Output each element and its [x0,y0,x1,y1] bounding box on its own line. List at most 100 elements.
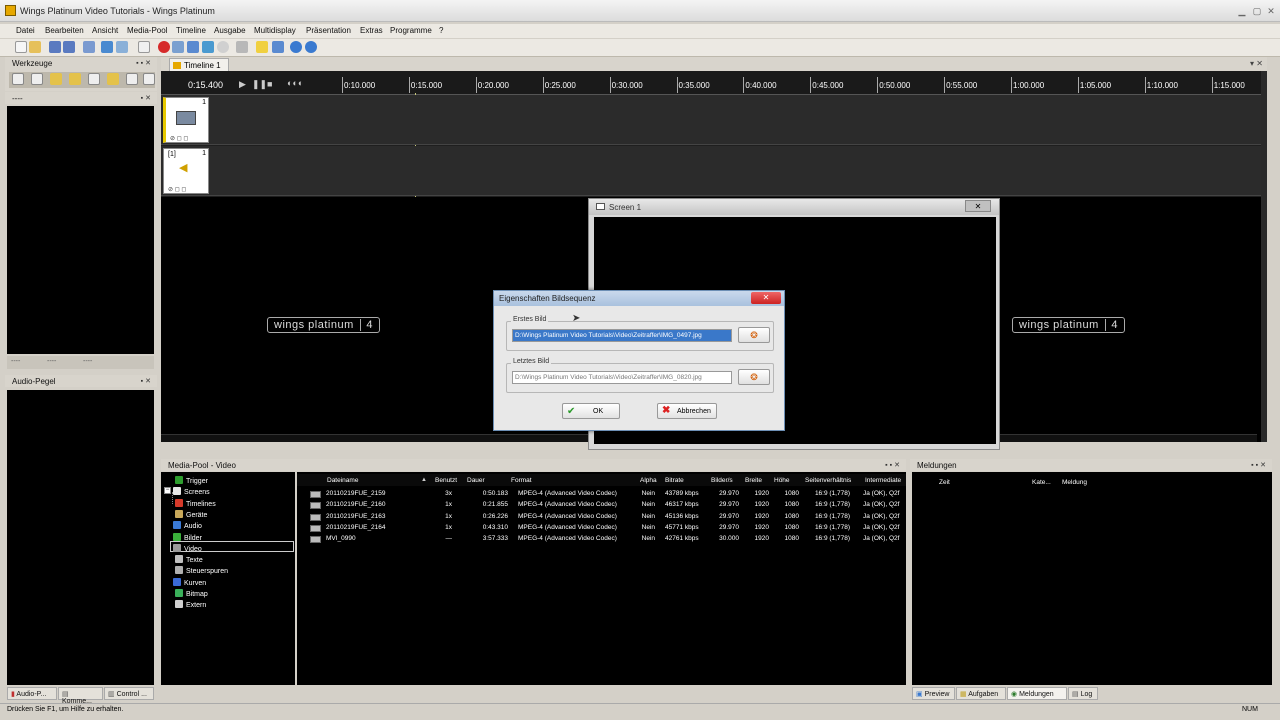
dialog-titlebar[interactable]: Eigenschaften Bildsequenz [494,291,784,306]
menu-timeline[interactable]: Timeline [176,26,206,35]
media-pool-tree[interactable]: − Trigger Screens Timelines Geräte Audio Bild… [161,472,295,685]
video-track[interactable]: 1 ⊘ ◻ ◻ [161,95,1267,145]
tree-item-extern[interactable]: Extern [175,600,206,609]
tab-meldungen[interactable]: ◉ Meldungen [1007,687,1067,700]
ok-button[interactable]: ✔ OK [562,403,620,419]
col-header[interactable]: Kate... [1032,479,1051,486]
menu-media-pool[interactable]: Media-Pool [127,26,167,35]
col-header[interactable]: Dateiname [327,477,358,484]
table-row[interactable]: 20110219FUE_2160 1x 0:21.855 MPEG-4 (Advanc… [297,500,906,511]
panel-tab[interactable]: ---- [47,358,56,365]
audio-track[interactable]: [1] 1 ◀ ⊘ ◻ ◻ [161,146,1267,196]
zoom-icon[interactable] [50,73,62,85]
dialog-close-button[interactable]: ✕ [751,292,781,304]
connect-icon[interactable] [172,41,184,53]
tab-kommentare[interactable]: ▤ Komme... [58,687,103,705]
help-icon[interactable] [290,41,302,53]
tree-item-texte[interactable]: Texte [175,555,203,564]
print-icon[interactable] [83,41,95,53]
menu-bearbeiten[interactable]: Bearbeiten [45,26,84,35]
menu-programme[interactable]: Programme [390,26,432,35]
stop-icon[interactable]: ■ [267,79,272,89]
new-icon[interactable] [15,41,27,53]
last-image-browse-button[interactable]: ❂ [738,369,770,385]
undo-icon[interactable] [101,41,113,53]
media-pool-table[interactable]: Dateiname ▲ Benutzt Dauer Format Alpha B… [297,472,906,685]
tab-aufgaben[interactable]: ▦ Aufgaben [956,687,1006,700]
info-icon[interactable] [305,41,317,53]
timeline-vscrollbar[interactable] [1261,71,1267,442]
edit-icon[interactable] [138,41,150,53]
first-image-browse-button[interactable]: ❂ [738,327,770,343]
col-header[interactable]: Dauer [467,477,485,484]
track-controls-icon[interactable]: ⊘ ◻ ◻ [170,135,188,142]
table-row[interactable]: 20110219FUE_2159 3x 0:50.183 MPEG-4 (Advanc… [297,489,906,500]
panel-controls[interactable]: ▪▪✕ [136,59,153,67]
panel-controls[interactable]: ▪✕ [141,377,153,385]
refresh-icon[interactable] [202,41,214,53]
tab-preview[interactable]: ▣ Preview [912,687,955,700]
video-track-header[interactable]: 1 ⊘ ◻ ◻ [163,97,209,143]
menu-ansicht[interactable]: Ansicht [92,26,118,35]
col-header[interactable]: Format [511,477,532,484]
track-controls-icon[interactable]: ⊘ ◻ ◻ [168,186,186,193]
tree-item-bitmap[interactable]: Bitmap [175,589,208,598]
audio-track-header[interactable]: [1] 1 ◀ ⊘ ◻ ◻ [163,148,209,194]
tab-control[interactable]: ▥ Control ... [104,687,154,700]
tab-timeline-1[interactable]: Timeline 1 [169,58,229,71]
screen-icon[interactable] [272,41,284,53]
col-header[interactable]: Intermediate [865,477,901,484]
display-icon[interactable] [236,41,248,53]
tree-item-audio[interactable]: Audio [173,521,202,530]
last-image-path-input[interactable]: D:\Wings Platinum Video Tutorials\Video\… [512,371,732,384]
hand-icon[interactable] [31,73,43,85]
timeline-close-icon[interactable]: ▾ ✕ [1250,59,1263,68]
tree-item-kurven[interactable]: Kurven [173,577,206,587]
menu-help[interactable]: ? [439,26,443,35]
record-icon[interactable] [158,41,170,53]
tree-item-bilder[interactable]: Bilder [173,532,202,542]
col-header[interactable]: Benutzt [435,477,457,484]
open-icon[interactable] [29,41,41,53]
save-icon[interactable] [49,41,61,53]
menu-extras[interactable]: Extras [360,26,383,35]
tab-audio-pegel[interactable]: ▮ Audio-P... [7,687,57,700]
save-all-icon[interactable] [63,41,75,53]
network-icon[interactable] [187,41,199,53]
zoom-controls-icon[interactable]: ◐◐◐ [287,78,303,88]
col-header[interactable]: Höhe [774,477,790,484]
tab-log[interactable]: ▤ Log [1068,687,1098,700]
pen-icon[interactable] [126,73,138,85]
tree-item-ger-te[interactable]: Geräte [175,509,207,519]
col-header[interactable]: Meldung [1062,479,1087,486]
tree-item-steuerspuren[interactable]: Steuerspuren [175,566,228,575]
panel-tab[interactable]: ---- [11,358,20,365]
tree-item-screens[interactable]: Screens [173,487,210,496]
menu-ausgabe[interactable]: Ausgabe [214,26,246,35]
table-row[interactable]: MVI_0990 — 3:57.333 MPEG-4 (Advanced Video … [297,534,906,545]
menu-praesentation[interactable]: Präsentation [306,26,351,35]
col-header[interactable]: Seitenverhältnis [805,477,851,484]
screen-titlebar[interactable]: Screen 1 ✕ [589,199,999,215]
screen-close-button[interactable]: ✕ [965,200,991,212]
tree-item-timelines[interactable]: Timelines [175,498,216,508]
redo-icon[interactable] [116,41,128,53]
play-icon[interactable]: ▶ [239,79,246,90]
table-row[interactable]: 20110219FUE_2164 1x 0:43.310 MPEG-4 (Advanc… [297,523,906,534]
panel-controls[interactable]: ▪▪✕ [885,461,902,469]
menu-multidisplay[interactable]: Multidisplay [254,26,296,35]
col-header[interactable]: Alpha [640,477,657,484]
panel-controls[interactable]: ▪✕ [141,94,153,102]
panel-tab[interactable]: ---- [83,358,92,365]
move-icon[interactable] [107,73,119,85]
select-icon[interactable] [88,73,100,85]
pointer-icon[interactable] [12,73,24,85]
minimize-button[interactable]: ▁ [1236,6,1248,16]
pause-icon[interactable]: ❚❚ [252,79,267,90]
col-header[interactable]: Bilder/s [711,477,733,484]
clock-icon[interactable] [217,41,229,53]
close-button[interactable]: ✕ [1265,6,1277,16]
tree-expand-icon[interactable]: − [164,487,171,494]
menu-datei[interactable]: Datei [16,26,35,35]
col-header[interactable]: Zeit [939,479,950,486]
